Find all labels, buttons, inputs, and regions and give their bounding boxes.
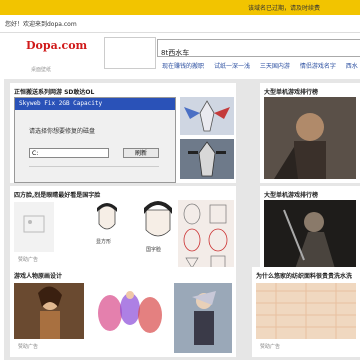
hot-links: 现在赚钱的搬职 试纸一深一浅 三天国内游 情侣游戏名字 西水 — [162, 61, 360, 70]
game-art-image — [264, 97, 356, 179]
face-icon — [97, 203, 117, 230]
panel-face-shape[interactable]: 四方脸,烈是眼睛最好看是国字脸 赞助广告 显方形 国字脸 — [10, 186, 236, 274]
panel-title: 四方脸,烈是眼睛最好看是国字脸 — [14, 192, 101, 199]
ad-caption: 赞助广告 — [18, 344, 39, 350]
warrior-icon — [274, 113, 326, 179]
face-icon — [144, 201, 172, 237]
panel-title: 大型单机游戏排行榜 — [264, 192, 319, 199]
dialog-screenshot: Skyweb Fix 2GB Capacity 请选择你想要修复的磁盘 C: 刷… — [14, 97, 176, 183]
mech-icon — [184, 100, 230, 132]
face-shapes-icon — [183, 203, 228, 269]
fairy-icon — [98, 291, 162, 333]
dialog-title: Skyweb Fix 2GB Capacity — [15, 98, 175, 110]
hot-link[interactable]: 情侣游戏名字 — [300, 63, 336, 70]
refresh-button[interactable]: 刷新 — [123, 148, 159, 158]
fabric-pattern-icon — [256, 283, 356, 339]
ad-caption: 赞助广告 — [18, 257, 39, 263]
ad-caption: 赞助广告 — [260, 344, 281, 350]
content-area: 正恒搬送系列网游 SD敢达OL Skyweb Fix 2GB Capacity … — [4, 79, 360, 360]
game-art-image — [264, 200, 356, 272]
gundam-image-1 — [180, 97, 234, 135]
image-placeholder — [14, 202, 54, 252]
panel-title: 游戏人物原画设计 — [14, 273, 63, 280]
fabric-image — [256, 283, 356, 339]
drive-select[interactable]: C: — [29, 148, 109, 158]
expiry-notice: 该域名已过期，请及时续费 — [247, 5, 320, 12]
gundam-image-2 — [180, 139, 234, 179]
panel-title: 为什么悠家的纺织面料很贵贵洗水洗 — [256, 273, 353, 280]
dialog-divider — [29, 166, 159, 175]
warrior-icon — [283, 209, 336, 272]
logo-subtitle: 桌面壁纸 — [31, 67, 52, 73]
header: Dopa.com 桌面壁纸 现在赚钱的搬职 试纸一深一浅 三天国内游 情侣游戏名… — [0, 33, 360, 76]
panel-title: 大型单机游戏排行榜 — [264, 89, 319, 96]
character-icon — [38, 286, 62, 339]
face-label: 显方形 — [96, 239, 112, 245]
site-logo[interactable]: Dopa.com — [26, 39, 87, 52]
welcome-bar: 您好！欢迎来到dopa.com — [0, 15, 360, 33]
panel-game-ranking-1[interactable]: 大型单机游戏排行榜 — [260, 83, 360, 183]
character-image-1 — [14, 283, 84, 339]
panel-sd-gundam[interactable]: 正恒搬送系列网游 SD敢达OL Skyweb Fix 2GB Capacity … — [10, 83, 236, 183]
image-icon — [23, 215, 45, 233]
face-label: 国字脸 — [146, 247, 162, 253]
mech-icon — [188, 141, 226, 177]
hot-link[interactable]: 现在赚钱的搬职 — [162, 63, 204, 70]
hot-link[interactable]: 三天国内游 — [260, 63, 290, 70]
hot-link[interactable]: 西水 — [346, 63, 358, 70]
search-box[interactable] — [157, 39, 360, 60]
panel-fabric[interactable]: 为什么悠家的纺织面料很贵贵洗水洗 赞助广告 — [252, 267, 360, 357]
panel-game-ranking-2[interactable]: 大型单机游戏排行榜 — [260, 186, 360, 274]
logo-frame — [104, 37, 156, 69]
hot-link[interactable]: 试纸一深一浅 — [214, 63, 250, 70]
character-icon — [192, 291, 216, 345]
dialog-prompt: 请选择你想要修复的磁盘 — [29, 128, 96, 135]
character-image-2 — [90, 283, 170, 339]
top-notice-bar: 该域名已过期，请及时续费 — [0, 0, 360, 15]
character-image-3 — [174, 283, 232, 353]
face-drawing-2 — [140, 200, 176, 244]
panel-character-design[interactable]: 游戏人物原画设计 赞助广告 — [10, 267, 236, 357]
face-shape-chart — [178, 200, 234, 270]
face-drawing-1 — [94, 202, 120, 236]
search-input[interactable] — [158, 46, 360, 60]
welcome-text: 您好！欢迎来到dopa.com — [5, 21, 77, 28]
panel-title: 正恒搬送系列网游 SD敢达OL — [14, 89, 95, 96]
